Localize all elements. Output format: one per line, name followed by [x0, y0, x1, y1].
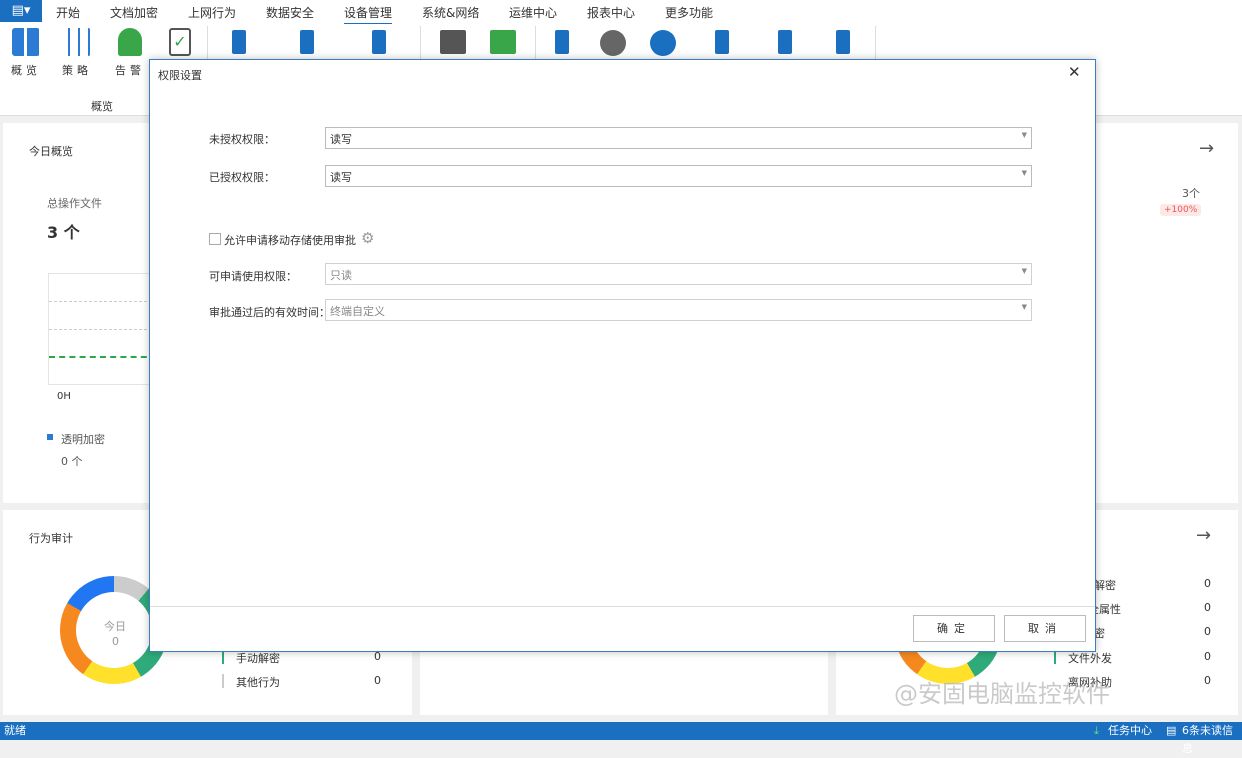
behavior-row-value: 0 [374, 674, 381, 687]
donut-center-value: 0 [112, 635, 119, 648]
requestable-permission-select[interactable]: 只读 ▼ [325, 263, 1032, 285]
menu-system-network[interactable]: 系统&网络 [422, 4, 479, 21]
right-row-label: 文件外发 [1068, 652, 1112, 665]
menu-start[interactable]: 开始 [56, 4, 80, 21]
unauthorized-permission-label: 未授权权限： [209, 133, 275, 146]
card-title: 行为审计 [29, 532, 73, 545]
select-value: 只读 [330, 269, 352, 282]
bell-icon [118, 28, 142, 56]
footer-divider [150, 606, 1095, 607]
status-text: 就绪 [4, 724, 26, 737]
chevron-down-icon: ▼ [1021, 267, 1027, 275]
trend-line [49, 356, 157, 358]
row-marker [1054, 650, 1056, 664]
policy-button[interactable]: 策略 [59, 28, 95, 78]
menu-doc-encrypt[interactable]: 文档加密 [110, 4, 158, 21]
select-value: 读写 [330, 171, 352, 184]
cancel-button[interactable]: 取消 [1004, 615, 1086, 642]
clipboard-check-icon: ✓ [169, 28, 191, 56]
chevron-down-icon: ▼ [1021, 169, 1027, 177]
row-marker [222, 650, 224, 664]
usb-drive-icon[interactable] [715, 30, 729, 54]
right-count: 3个 [1182, 187, 1200, 200]
usb-lock-icon[interactable] [372, 30, 386, 54]
legend-swatch [47, 434, 53, 440]
right-row-label: 解密 [1094, 579, 1116, 592]
cd-fire-icon[interactable] [650, 30, 676, 56]
usb-key-icon[interactable] [836, 30, 850, 54]
usb-calculator-icon[interactable] [555, 30, 569, 54]
approval-checkbox-label[interactable]: 允许申请移动存储使用审批 [224, 232, 356, 248]
donut-center-label: 今日 [104, 620, 126, 633]
chevron-down-icon: ▼ [1021, 303, 1027, 311]
requestable-permission-label: 可申请使用权限： [209, 270, 297, 283]
row-marker [222, 674, 224, 688]
dialog-title: 权限设置 [158, 69, 202, 82]
cpu-icon[interactable] [440, 30, 466, 54]
download-icon: ⤓ [1094, 724, 1099, 737]
chevron-down-icon: ▼ [1021, 131, 1027, 139]
x-axis-label: 0H [57, 391, 71, 402]
usb-calculator-icon[interactable] [300, 30, 314, 54]
sliders-icon [63, 28, 91, 56]
right-row-value: 0 [1204, 601, 1211, 614]
behavior-row-label: 其他行为 [236, 676, 280, 689]
legend-value: 0 个 [61, 455, 83, 468]
behavior-row-label: 手动解密 [236, 652, 280, 665]
total-files-value: 3 个 [47, 223, 80, 242]
close-icon[interactable]: ✕ [1068, 63, 1081, 81]
right-row-value: 0 [1204, 650, 1211, 663]
menu-ops-center[interactable]: 运维中心 [509, 4, 557, 21]
usb-certificate-icon[interactable] [778, 30, 792, 54]
message-icon: ▤ [1166, 724, 1177, 737]
authorized-permission-select[interactable]: 读写 ▼ [325, 165, 1032, 187]
change-badge: +100% [1160, 204, 1202, 216]
task-center-link[interactable]: 任务中心 [1108, 722, 1152, 740]
ribbon-group-label: 概览 [91, 100, 113, 113]
grid-icon [12, 28, 40, 56]
arrow-right-icon[interactable]: → [1199, 138, 1214, 159]
overview-button[interactable]: 概览 [8, 28, 44, 78]
select-value: 终端自定义 [330, 305, 385, 318]
watermark: @安固电脑监控软件 [894, 680, 1110, 708]
trend-chart [48, 273, 158, 385]
approval-checkbox[interactable] [209, 233, 221, 245]
right-row-value: 0 [1204, 577, 1211, 590]
total-files-label: 总操作文件 [47, 197, 102, 210]
menu-device-management[interactable]: 设备管理 [344, 4, 393, 25]
card-title: 今日概览 [29, 145, 73, 158]
menu-web-behavior[interactable]: 上网行为 [188, 4, 236, 21]
valid-time-label: 审批通过后的有效时间： [209, 306, 330, 319]
permission-settings-dialog: 权限设置 ✕ 未授权权限： 读写 ▼ 已授权权限： 读写 ▼ 允许申请移动存储使用审… [149, 59, 1096, 652]
usb-cable-icon[interactable] [232, 30, 246, 54]
menu-data-security[interactable]: 数据安全 [266, 4, 314, 21]
unauthorized-permission-select[interactable]: 读写 ▼ [325, 127, 1032, 149]
legend-label: 透明加密 [61, 433, 105, 446]
right-row-value: 0 [1204, 674, 1211, 687]
unread-messages-link[interactable]: 6条未读信息 [1182, 722, 1242, 758]
status-bar: 就绪 ⤓ 任务中心 ▤ 6条未读信息 [0, 722, 1242, 755]
memory-board-icon[interactable] [490, 30, 516, 54]
menu-bar: ▤▾ 开始 文档加密 上网行为 数据安全 设备管理 系统&网络 运维中心 报表中… [0, 0, 1242, 25]
authorized-permission-label: 已授权权限： [209, 171, 275, 184]
right-row-value: 0 [1204, 625, 1211, 638]
select-value: 读写 [330, 133, 352, 146]
arrow-right-icon[interactable]: → [1196, 525, 1211, 546]
ok-button[interactable]: 确定 [913, 615, 995, 642]
cd-icon[interactable] [600, 30, 626, 56]
app-menu-button[interactable]: ▤▾ [0, 0, 42, 22]
alert-button[interactable]: 告警 [112, 28, 148, 78]
valid-time-select[interactable]: 终端自定义 ▼ [325, 299, 1032, 321]
menu-report-center[interactable]: 报表中心 [587, 4, 635, 21]
menu-more[interactable]: 更多功能 [665, 4, 713, 21]
gear-icon[interactable]: ⚙ [361, 229, 374, 247]
checklist-button[interactable]: ✓ [162, 28, 198, 56]
